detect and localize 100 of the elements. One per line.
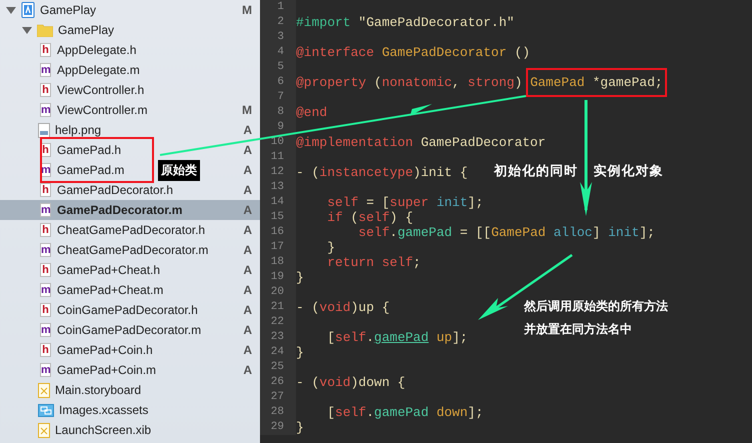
file-name: GamePlay (58, 23, 114, 37)
line-number: 20 (260, 285, 296, 300)
line-number: 18 (260, 255, 296, 270)
file-name: AppDelegate.m (57, 63, 140, 77)
file-name: CheatGamePadDecorator.h (57, 223, 206, 237)
source-file-icon: h (40, 263, 51, 277)
line-number: 24 (260, 345, 296, 360)
source-file-icon: m (40, 283, 51, 297)
code-line: return self; (326, 255, 421, 270)
annotation-label: 原始类 (158, 160, 200, 181)
source-file-icon: h (40, 303, 51, 317)
file-name: Images.xcassets (59, 403, 148, 417)
line-number: 19 (260, 270, 296, 285)
file-row[interactable]: h AppDelegate.h (0, 40, 260, 60)
vcs-status: A (243, 163, 252, 177)
file-row[interactable]: help.png A (0, 120, 260, 140)
vcs-status: A (243, 183, 252, 197)
line-number: 13 (260, 180, 296, 195)
code-line: - (void)up { (296, 300, 390, 315)
disclosure-triangle-icon[interactable] (22, 25, 32, 35)
line-number: 12 (260, 165, 296, 180)
line-number: 21 (260, 300, 296, 315)
vcs-status: A (243, 343, 252, 357)
disclosure-triangle-icon[interactable] (6, 5, 16, 15)
source-file-icon: h (40, 183, 51, 197)
file-name: GamePad+Coin.m (57, 363, 156, 377)
vcs-status: A (243, 203, 252, 217)
code-line: } (296, 420, 304, 435)
file-name: GamePadDecorator.m (57, 203, 182, 217)
file-row[interactable]: m CoinGamePadDecorator.m A (0, 320, 260, 340)
file-row[interactable]: h CheatGamePadDecorator.h A (0, 220, 260, 240)
source-file-icon: h (40, 223, 51, 237)
file-row[interactable]: GamePlay M (0, 0, 260, 20)
source-file-icon: m (40, 363, 51, 377)
vcs-status: A (243, 243, 252, 257)
file-row[interactable]: h GamePad.h A (0, 140, 260, 160)
vcs-status: A (243, 363, 252, 377)
file-row[interactable]: h GamePad+Coin.h A (0, 340, 260, 360)
file-name: LaunchScreen.xib (55, 423, 152, 437)
line-number: 11 (260, 150, 296, 165)
code-line: self.gamePad = [[GamePad alloc] init]; (357, 225, 655, 240)
document-icon (38, 382, 50, 398)
vcs-status: A (243, 303, 252, 317)
file-row[interactable]: LaunchScreen.xib (0, 420, 260, 440)
code-line: [self.gamePad up]; (326, 330, 468, 345)
line-number: 3 (260, 30, 296, 45)
vcs-status: A (243, 283, 252, 297)
project-file-icon (21, 2, 35, 18)
source-file-icon: m (40, 203, 51, 217)
file-row[interactable]: m GamePad.m 原始类 A (0, 160, 260, 180)
line-number: 23 (260, 330, 296, 345)
file-row[interactable]: h CoinGamePadDecorator.h A (0, 300, 260, 320)
code-line: @interface GamePadDecorator () (296, 45, 530, 60)
line-number: 9 (260, 120, 296, 135)
line-number: 22 (260, 315, 296, 330)
file-name: ViewController.m (57, 103, 148, 117)
annotation-text: 初始化的同时 实例化对象 (494, 162, 664, 180)
vcs-status: A (243, 123, 252, 137)
file-row[interactable]: Images.xcassets (0, 400, 260, 420)
file-row[interactable]: Main.storyboard (0, 380, 260, 400)
file-name: help.png (55, 123, 102, 137)
vcs-status: A (243, 143, 252, 157)
vcs-status: A (243, 223, 252, 237)
code-line: } (326, 240, 336, 255)
source-file-icon: h (40, 43, 51, 57)
file-name: GamePlay (40, 3, 96, 17)
file-row[interactable]: h GamePadDecorator.h A (0, 180, 260, 200)
source-file-icon: m (40, 243, 51, 257)
file-row[interactable]: m CheatGamePadDecorator.m A (0, 240, 260, 260)
line-number: 4 (260, 45, 296, 60)
line-number: 28 (260, 405, 296, 420)
line-number: 10 (260, 135, 296, 150)
file-name: Main.storyboard (55, 383, 142, 397)
file-row[interactable]: m ViewController.m M (0, 100, 260, 120)
file-name: GamePad+Cheat.m (57, 283, 164, 297)
file-row[interactable]: GamePlay (0, 20, 260, 40)
line-number: 7 (260, 90, 296, 105)
asset-folder-icon (38, 404, 54, 416)
source-file-icon: h (40, 83, 51, 97)
code-line: } (296, 270, 304, 285)
file-row[interactable]: m AppDelegate.m (0, 60, 260, 80)
file-name: CoinGamePadDecorator.m (57, 323, 202, 337)
code-line: - (instancetype)init { (296, 165, 468, 180)
line-number: 16 (260, 225, 296, 240)
file-name: GamePadDecorator.h (57, 183, 174, 197)
line-number: 8 (260, 105, 296, 120)
source-file-icon: m (40, 103, 51, 117)
annotation-text: 并放置在同方法名中 (524, 321, 633, 338)
code-line: [self.gamePad down]; (326, 405, 484, 420)
source-file-icon: m (40, 323, 51, 337)
file-row[interactable]: h GamePad+Cheat.h A (0, 260, 260, 280)
file-row[interactable]: m GamePad+Coin.m A (0, 360, 260, 380)
file-row[interactable]: m GamePadDecorator.m A (0, 200, 260, 220)
line-number: 29 (260, 420, 296, 435)
source-file-icon: m (40, 63, 51, 77)
file-row[interactable]: h ViewController.h (0, 80, 260, 100)
file-row[interactable]: m GamePad+Cheat.m A (0, 280, 260, 300)
line-number: 17 (260, 240, 296, 255)
line-number: 25 (260, 360, 296, 375)
code-line: @end (296, 105, 328, 120)
